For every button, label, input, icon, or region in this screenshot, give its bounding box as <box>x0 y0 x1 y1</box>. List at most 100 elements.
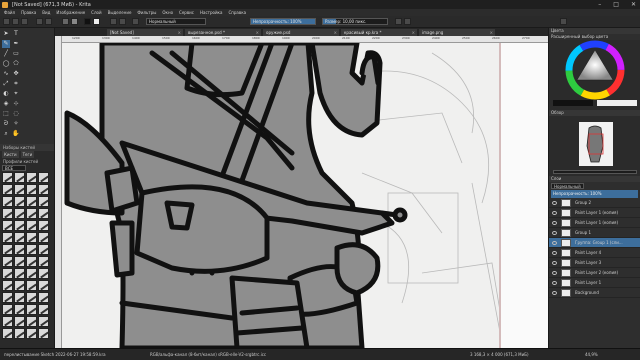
undo-icon[interactable] <box>36 18 43 25</box>
layer-row[interactable]: Paint Layer 3 <box>549 258 640 268</box>
menu-layer[interactable]: Слой <box>91 10 101 15</box>
brush-preset[interactable] <box>26 304 37 315</box>
layer-row[interactable]: Paint Layer 1 (копия) <box>549 218 640 228</box>
lasso-tool-icon[interactable]: ᘐ <box>2 120 10 128</box>
calligraphy-tool-icon[interactable]: ✒ <box>12 40 20 48</box>
brush-preset[interactable] <box>2 316 13 327</box>
layer-blend-mode-select[interactable]: Нормальный <box>551 183 584 189</box>
menu-filter[interactable]: Фильтры <box>137 10 156 15</box>
brush-settings-icon[interactable] <box>119 18 126 25</box>
brush-preset-icon[interactable] <box>110 18 117 25</box>
eraser-mode-icon[interactable] <box>132 18 139 25</box>
visibility-icon[interactable] <box>552 281 557 285</box>
layer-row[interactable]: Paint Layer 1 (копия) <box>549 208 640 218</box>
brush-preset[interactable] <box>14 280 25 291</box>
brush-preset[interactable] <box>38 208 49 219</box>
menu-file[interactable]: Файл <box>4 10 15 15</box>
color-wheel[interactable] <box>549 40 640 110</box>
bezier-tool-icon[interactable]: ∿ <box>2 70 10 78</box>
layer-row[interactable]: Background <box>549 288 640 298</box>
text-tool-icon[interactable]: T <box>12 30 20 38</box>
polygon-tool-icon[interactable]: ⬠ <box>12 60 20 68</box>
move-tool-icon[interactable]: ✥ <box>12 70 20 78</box>
menu-image[interactable]: Изображение <box>56 10 85 15</box>
close-tab-icon[interactable]: × <box>490 29 493 36</box>
mirror-vertical-icon[interactable] <box>404 18 411 25</box>
brush-preset[interactable] <box>26 316 37 327</box>
brush-preset[interactable] <box>2 280 13 291</box>
close-tab-icon[interactable]: × <box>178 29 181 36</box>
brush-preset[interactable] <box>26 196 37 207</box>
brush-preset[interactable] <box>2 268 13 279</box>
close-tab-icon[interactable]: × <box>256 29 259 36</box>
brush-preset[interactable] <box>38 196 49 207</box>
visibility-icon[interactable] <box>552 251 557 255</box>
brush-preset[interactable] <box>14 184 25 195</box>
pan-tool-icon[interactable]: ✋ <box>12 130 20 138</box>
brush-preset[interactable] <box>14 256 25 267</box>
brush-preset[interactable] <box>14 292 25 303</box>
magic-wand-tool-icon[interactable]: ✧ <box>12 120 20 128</box>
drawing-canvas[interactable] <box>62 43 548 348</box>
save-icon[interactable] <box>21 18 28 25</box>
brush-preset[interactable] <box>38 184 49 195</box>
layer-row[interactable]: Paint Layer 4 <box>549 248 640 258</box>
brush-preset[interactable] <box>38 316 49 327</box>
brush-preset[interactable] <box>2 208 13 219</box>
tab-document-weapon[interactable]: оружие.psd × <box>263 29 339 36</box>
brush-preset[interactable] <box>26 220 37 231</box>
brush-preset[interactable] <box>38 256 49 267</box>
fill-tool-icon[interactable]: ◈ <box>2 100 10 108</box>
brush-preset[interactable] <box>2 172 13 183</box>
brush-preset[interactable] <box>2 184 13 195</box>
layer-opacity-slider[interactable]: Непрозрачность: 100% <box>551 190 638 198</box>
brush-preset[interactable] <box>38 292 49 303</box>
ellipse-select-tool-icon[interactable]: ◌ <box>12 110 20 118</box>
fill-pattern-icon[interactable] <box>71 18 78 25</box>
new-document-icon[interactable] <box>3 18 10 25</box>
blend-mode-select[interactable]: Нормальный <box>146 18 206 25</box>
brush-preset[interactable] <box>26 256 37 267</box>
redo-icon[interactable] <box>45 18 52 25</box>
color-picker-tool-icon[interactable]: ⌖ <box>12 90 20 98</box>
brush-preset[interactable] <box>2 328 13 339</box>
close-tab-icon[interactable]: × <box>334 29 337 36</box>
layer-row[interactable]: Paint Layer 2 (копия) <box>549 268 640 278</box>
maximize-button[interactable]: □ <box>613 1 619 8</box>
layer-row[interactable]: Group 1 <box>549 228 640 238</box>
brush-preset[interactable] <box>14 172 25 183</box>
ellipse-tool-icon[interactable]: ◯ <box>2 60 10 68</box>
brush-preset[interactable] <box>2 256 13 267</box>
transform-tool-icon[interactable]: ⤢ <box>2 80 10 88</box>
brush-preset[interactable] <box>26 232 37 243</box>
visibility-icon[interactable] <box>552 221 557 225</box>
brush-preset[interactable] <box>38 244 49 255</box>
brush-preset[interactable] <box>26 292 37 303</box>
tab-tags[interactable]: Теги <box>20 151 35 158</box>
layer-row[interactable]: Group 2 <box>549 198 640 208</box>
brush-preset[interactable] <box>38 172 49 183</box>
layer-row-selected[interactable]: Группа: Group 1 (сли... <box>549 238 640 248</box>
brush-preset[interactable] <box>2 244 13 255</box>
brush-preset[interactable] <box>14 232 25 243</box>
freehand-brush-tool-icon[interactable]: ✎ <box>2 40 10 48</box>
visibility-icon[interactable] <box>552 291 557 295</box>
menu-view[interactable]: Вид <box>42 10 50 15</box>
rect-select-tool-icon[interactable]: ⬚ <box>2 110 10 118</box>
brush-preset[interactable] <box>2 304 13 315</box>
brush-preset[interactable] <box>38 220 49 231</box>
fill-gradient-icon[interactable] <box>62 18 69 25</box>
brush-preset[interactable] <box>38 232 49 243</box>
rectangle-tool-icon[interactable]: ▭ <box>12 50 20 58</box>
brush-preset[interactable] <box>14 208 25 219</box>
visibility-icon[interactable] <box>552 201 557 205</box>
opacity-slider[interactable]: Непрозрачность: 100% <box>250 18 316 25</box>
brush-preset[interactable] <box>38 280 49 291</box>
overview-zoom-slider[interactable] <box>553 170 637 174</box>
crop-tool-icon[interactable]: ⌗ <box>12 80 20 88</box>
mirror-horizontal-icon[interactable] <box>395 18 402 25</box>
brush-preset[interactable] <box>2 232 13 243</box>
workspace-icon[interactable] <box>560 18 567 25</box>
open-document-icon[interactable] <box>12 18 19 25</box>
tab-document-not-saved[interactable]: [Not Saved] × <box>107 29 183 36</box>
